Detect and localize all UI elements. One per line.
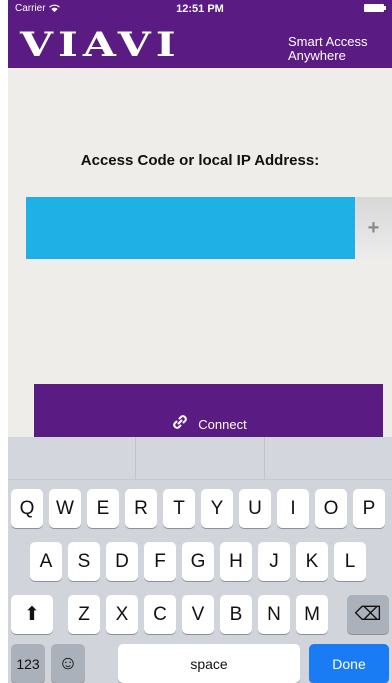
numbers-key[interactable]: 123 — [11, 644, 45, 683]
key-u[interactable]: U — [239, 489, 271, 528]
predictive-bar — [8, 437, 392, 480]
battery-icon — [364, 4, 386, 12]
prediction-slot[interactable] — [136, 437, 265, 479]
key-k[interactable]: K — [296, 542, 328, 581]
key-b[interactable]: B — [220, 595, 252, 634]
key-o[interactable]: O — [315, 489, 347, 528]
shift-key[interactable]: ⬆ — [11, 595, 53, 634]
key-v[interactable]: V — [182, 595, 214, 634]
delete-key[interactable]: ⌫ — [347, 595, 389, 634]
key-i[interactable]: I — [277, 489, 309, 528]
key-e[interactable]: E — [87, 489, 119, 528]
key-n[interactable]: N — [258, 595, 290, 634]
add-button[interactable]: + — [355, 197, 392, 259]
key-p[interactable]: P — [353, 489, 385, 528]
onscreen-keyboard: Q W E R T Y U I O P A S D F G H J K L ⬆ … — [8, 437, 392, 683]
key-x[interactable]: X — [106, 595, 138, 634]
key-m[interactable]: M — [296, 595, 328, 634]
emoji-icon: ☺ — [58, 652, 78, 674]
key-l[interactable]: L — [334, 542, 366, 581]
key-s[interactable]: S — [68, 542, 100, 581]
app-screen: Carrier 12:51 PM VIAVI Smart Access Anyw… — [8, 0, 392, 683]
header-tagline: Smart Access Anywhere — [288, 35, 392, 63]
status-time: 12:51 PM — [176, 3, 224, 15]
key-q[interactable]: Q — [11, 489, 43, 528]
key-d[interactable]: D — [106, 542, 138, 581]
tagline-line-1: Smart Access — [288, 35, 368, 49]
tagline-line-2: Anywhere — [288, 48, 346, 63]
access-code-label: Access Code or local IP Address: — [80, 152, 320, 169]
key-c[interactable]: C — [144, 595, 176, 634]
key-g[interactable]: G — [182, 542, 214, 581]
prediction-slot[interactable] — [265, 437, 392, 479]
done-key[interactable]: Done — [309, 644, 389, 683]
connect-button[interactable]: Connect — [34, 384, 383, 444]
prediction-slot[interactable] — [8, 437, 137, 479]
link-icon — [173, 415, 188, 429]
connect-label: Connect — [198, 417, 247, 432]
status-bar: Carrier 12:51 PM — [8, 0, 392, 20]
shift-icon: ⬆ — [24, 604, 40, 625]
key-a[interactable]: A — [30, 542, 62, 581]
space-key[interactable]: space — [118, 644, 300, 683]
key-r[interactable]: R — [125, 489, 157, 528]
emoji-key[interactable]: ☺ — [51, 644, 85, 683]
key-j[interactable]: J — [258, 542, 290, 581]
key-t[interactable]: T — [163, 489, 195, 528]
access-code-input[interactable] — [26, 197, 355, 259]
key-f[interactable]: F — [144, 542, 176, 581]
key-w[interactable]: W — [49, 489, 81, 528]
key-y[interactable]: Y — [201, 489, 233, 528]
delete-icon: ⌫ — [354, 604, 382, 625]
key-h[interactable]: H — [220, 542, 252, 581]
viavi-logo: VIAVI — [20, 25, 181, 65]
app-header: Carrier 12:51 PM VIAVI Smart Access Anyw… — [8, 0, 392, 68]
access-code-row: + — [26, 197, 392, 259]
key-z[interactable]: Z — [68, 595, 100, 634]
